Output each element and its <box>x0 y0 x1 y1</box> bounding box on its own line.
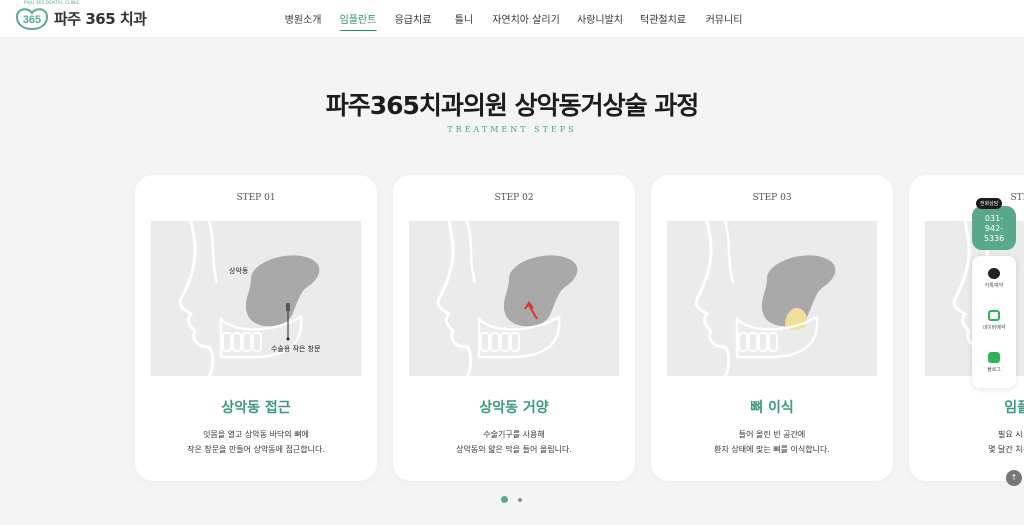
sinus-label: 상악동 <box>229 266 249 275</box>
kakao-icon <box>988 268 1000 279</box>
step-desc-line: 들어 올린 빈 공간에 <box>738 430 806 439</box>
step-label: STEP 02 <box>494 193 534 203</box>
step-description: 잇몸을 열고 상악동 바닥의 뼈에 작은 창문을 만들어 상악동에 접근합니다. <box>135 427 377 457</box>
step-description: 필요 시 임플란트를 몇 달간 치유 후 안전하게 <box>909 427 1024 457</box>
phone-number-line: 5336 <box>983 234 1005 243</box>
step-desc-line: 잇몸을 열고 상악동 바닥의 뼈에 <box>203 430 309 439</box>
nav-item-denture[interactable]: 틀니 <box>455 11 473 26</box>
step-card-2: STEP 02 상악동 거양 수술기구를 사용해 상악동의 얇은 막을 들어 올… <box>393 175 635 481</box>
step-illustration <box>409 221 619 376</box>
nav-item-save-teeth[interactable]: 자연치아 살리기 <box>492 11 560 26</box>
kakao-booking-link[interactable]: 카톡예약 <box>972 268 1016 289</box>
blog-link[interactable]: 블로그 <box>972 352 1016 373</box>
step-description: 들어 올린 빈 공간에 환자 상태에 맞는 뼈를 이식합니다. <box>651 427 893 457</box>
window-marker <box>286 303 290 311</box>
quick-item-label: 카톡예약 <box>984 283 1004 289</box>
step-illustration: 상악동 수술용 작은 창문 <box>151 221 361 376</box>
step-card-1: STEP 01 상악동 수술용 작은 창문 상악동 접근 잇몸을 열고 상악동 … <box>135 175 377 481</box>
step-title: 뼈 이식 <box>750 400 794 416</box>
section-title: 파주365치과의원 상악동거상술 과정 <box>325 91 700 120</box>
section-subtitle: TREATMENT STEPS <box>447 125 577 134</box>
nav-item-tmj[interactable]: 턱관절치료 <box>640 11 686 26</box>
step-title: 상악동 거양 <box>479 400 549 416</box>
nav-item-wisdom-tooth[interactable]: 사랑니발치 <box>577 11 623 26</box>
step-title: 임플란트 <box>1004 400 1024 416</box>
pager-dot-2[interactable] <box>518 498 522 502</box>
naver-booking-icon <box>988 310 1000 321</box>
phone-number-line: 031- <box>984 214 1004 223</box>
site-header: 365 파주 365 치과 PAJU 365 DENTAL CLINIC 병원소… <box>0 0 1024 38</box>
step-label: STEP 04 <box>1010 193 1024 203</box>
sinus-shape <box>245 255 320 327</box>
quick-item-label: 네이버예약 <box>982 325 1006 331</box>
step-desc-line: 수술기구를 사용해 <box>483 430 545 439</box>
step-label: STEP 01 <box>236 193 276 203</box>
step-desc-line: 몇 달간 치유 후 안전하게 <box>988 445 1024 454</box>
blog-icon <box>988 352 1000 363</box>
phone-button[interactable]: 031- 942- 5336 <box>972 206 1016 250</box>
step-desc-line: 상악동의 얇은 막을 들어 올립니다. <box>456 445 572 454</box>
step-illustration <box>667 221 877 376</box>
step-desc-line: 환자 상태에 맞는 뼈를 이식합니다. <box>714 445 830 454</box>
scroll-top-button[interactable]: ↑ <box>1006 470 1022 486</box>
phone-consult-badge: 전화상담 <box>976 198 1003 209</box>
step-title: 상악동 접근 <box>221 400 291 416</box>
nav-item-emergency[interactable]: 응급치료 <box>395 11 432 26</box>
naver-booking-link[interactable]: 네이버예약 <box>972 310 1016 331</box>
quick-menu: 카톡예약 네이버예약 블로그 <box>972 256 1016 388</box>
pager-dot-1[interactable] <box>501 496 508 503</box>
window-label: 수술용 작은 창문 <box>271 344 321 353</box>
step-description: 수술기구를 사용해 상악동의 얇은 막을 들어 올립니다. <box>393 427 635 457</box>
nav-item-community[interactable]: 커뮤니티 <box>706 11 743 26</box>
sinus-shape <box>503 255 578 327</box>
step-label: STEP 03 <box>752 193 792 203</box>
step-desc-line: 작은 창문을 만들어 상악동에 접근합니다. <box>187 445 325 454</box>
main-nav: 병원소개 임플란트 응급치료 틀니 자연치아 살리기 사랑니발치 턱관절치료 커… <box>0 0 1024 38</box>
nav-item-implant[interactable]: 임플란트 <box>339 11 376 31</box>
nav-item-about[interactable]: 병원소개 <box>285 11 322 26</box>
step-desc-line: 필요 시 임플란트를 <box>998 430 1024 439</box>
quick-item-label: 블로그 <box>987 367 1001 373</box>
phone-number-line: 942- <box>984 224 1004 233</box>
step-card-3: STEP 03 뼈 이식 들어 올린 빈 공간에 환자 상태에 맞는 뼈를 이식… <box>651 175 893 481</box>
